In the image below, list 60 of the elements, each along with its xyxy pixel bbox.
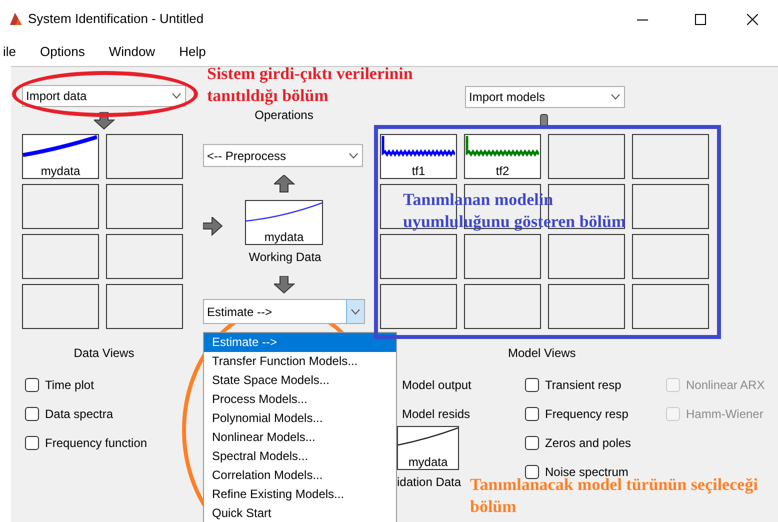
chevron-down-icon bbox=[610, 94, 620, 100]
checkbox-label: Hamm-Wiener bbox=[686, 406, 764, 422]
data-icon-slot[interactable]: mydata bbox=[397, 426, 459, 470]
section-title: Model Views bbox=[508, 346, 576, 360]
menu-item[interactable]: Help bbox=[174, 42, 211, 62]
dropdown[interactable]: <-- Preprocess bbox=[203, 144, 363, 167]
dropdown-option[interactable]: Nonlinear Models... bbox=[204, 428, 396, 447]
arrow-up-icon bbox=[274, 174, 294, 192]
dropdown-option[interactable]: Transfer Function Models... bbox=[204, 352, 396, 371]
dropdown-option[interactable]: Polynomial Models... bbox=[204, 409, 396, 428]
chevron-down-icon bbox=[172, 93, 180, 99]
checkbox-label: Nonlinear ARX bbox=[686, 376, 765, 394]
checkbox-label: Frequency resp bbox=[545, 406, 628, 422]
checkbox-label: Model output bbox=[402, 376, 472, 394]
arrow-right-icon bbox=[203, 217, 223, 236]
annotation-text: tanıtıldığı bölüm bbox=[207, 85, 330, 107]
maximize-icon bbox=[694, 14, 706, 24]
dropdown-option[interactable]: Quick Start bbox=[204, 504, 396, 522]
checkbox-label: Zeros and poles bbox=[545, 434, 632, 452]
close-icon bbox=[746, 14, 758, 24]
checkbox[interactable] bbox=[525, 436, 539, 450]
annotation-text: bölüm bbox=[470, 496, 518, 518]
dropdown-option[interactable]: State Space Models... bbox=[204, 371, 396, 390]
checkbox-label: Time plot bbox=[45, 376, 94, 394]
arrow-down-icon bbox=[274, 276, 294, 294]
dropdown-option[interactable]: Refine Existing Models... bbox=[204, 485, 396, 504]
slot-caption: Working Data bbox=[248, 250, 322, 264]
window-title: System Identification - Untitled bbox=[28, 10, 204, 28]
slot-caption: idation Data bbox=[397, 475, 462, 489]
dropdown-option[interactable]: Spectral Models... bbox=[204, 447, 396, 466]
chevron-down-icon bbox=[351, 308, 360, 314]
checkbox[interactable] bbox=[525, 406, 539, 420]
data-icon-slot[interactable]: mydata bbox=[245, 200, 323, 245]
checkbox-label: Data spectra bbox=[45, 406, 114, 422]
dropdown[interactable]: Estimate --> bbox=[203, 299, 365, 324]
dropdown-option[interactable]: Correlation Models... bbox=[204, 466, 396, 485]
checkbox[interactable] bbox=[25, 378, 39, 392]
data-icon-slot[interactable]: tf1 bbox=[380, 134, 457, 179]
menu-item[interactable]: Options bbox=[35, 42, 90, 62]
checkbox[interactable] bbox=[25, 436, 39, 450]
section-title: Operations bbox=[254, 108, 314, 122]
data-icon-slot[interactable]: mydata bbox=[22, 134, 99, 179]
checkbox-label: Transient resp bbox=[545, 376, 622, 394]
menu-item[interactable]: Window bbox=[104, 42, 160, 62]
checkbox[interactable] bbox=[25, 406, 39, 420]
checkbox[interactable] bbox=[525, 378, 539, 392]
menu-item[interactable]: ile bbox=[0, 42, 22, 62]
checkbox[interactable] bbox=[525, 464, 539, 478]
checkbox-label: Frequency function bbox=[45, 434, 148, 452]
annotation-text: Sistem girdi-çıktı verilerinin bbox=[207, 67, 413, 85]
data-icon-slot[interactable]: tf2 bbox=[464, 134, 541, 179]
arrow-down-icon bbox=[94, 112, 114, 130]
dropdown-option[interactable]: Process Models... bbox=[204, 390, 396, 409]
dropdown-option[interactable]: Estimate --> bbox=[204, 333, 396, 352]
app-icon bbox=[10, 12, 22, 26]
checkbox-label: Model resids bbox=[402, 406, 470, 422]
dropdown[interactable]: Import data bbox=[22, 85, 186, 107]
section-title: Data Views bbox=[74, 346, 134, 360]
chevron-down-icon bbox=[348, 152, 358, 158]
dropdown[interactable]: Import models bbox=[465, 86, 625, 108]
